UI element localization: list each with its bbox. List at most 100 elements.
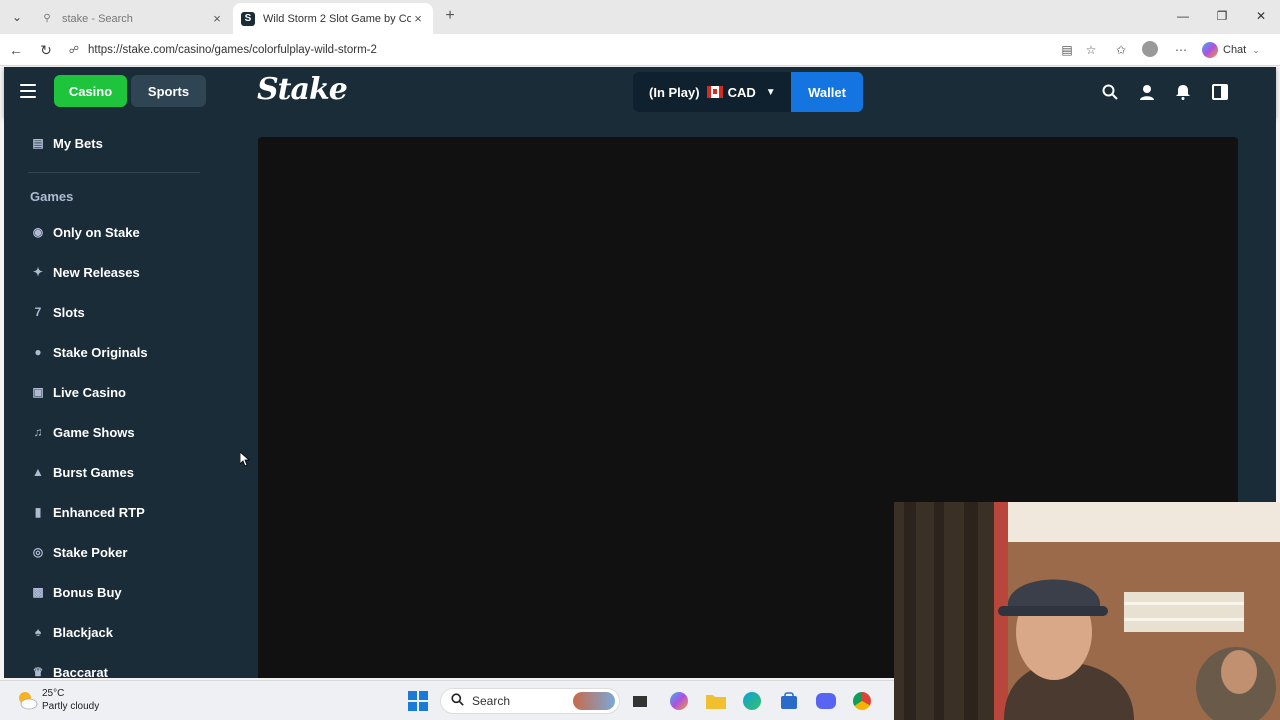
sidebar-item-label: Stake Poker	[53, 544, 128, 560]
close-window-icon[interactable]: ✕	[1246, 6, 1276, 26]
canada-flag-icon	[706, 86, 723, 98]
url-field[interactable]: ☍ https://stake.com/casino/games/colorfu…	[66, 38, 1106, 62]
reader-mode-icon[interactable]: ▤	[1058, 41, 1076, 59]
sidebar-divider	[28, 172, 200, 173]
stake-top-nav: Casino Sports Stake (In Play) CAD ▼ Wall…	[4, 67, 1276, 117]
sidebar-item-label: Enhanced RTP	[53, 504, 145, 520]
menu-icon[interactable]	[20, 84, 36, 98]
more-options-icon[interactable]: ⋯	[1172, 41, 1190, 59]
sidebar-item-my-bets[interactable]: ▤ My Bets	[30, 132, 103, 154]
notifications-icon[interactable]	[1172, 81, 1194, 103]
back-icon[interactable]: ←	[6, 40, 26, 60]
chrome-icon[interactable]	[850, 689, 874, 713]
sidebar-item-new-releases[interactable]: ✦ New Releases	[30, 261, 140, 283]
crown-icon: ♛	[32, 665, 44, 678]
sparkle-icon: ✦	[32, 265, 44, 279]
sidebar-item-label: Burst Games	[53, 464, 134, 480]
close-tab-icon[interactable]: ×	[411, 11, 425, 26]
chevron-down-icon: ▼	[765, 86, 776, 98]
search-favicon-icon: ⚲	[43, 13, 51, 24]
sidebar: ▤ My Bets Games ◉ Only on Stake ✦ New Relea…	[4, 117, 206, 678]
site-info-icon[interactable]: ☍	[66, 45, 82, 56]
sidebar-item-label: Stake Originals	[53, 344, 148, 360]
chevron-down-icon: ⌄	[1252, 44, 1260, 55]
sidebar-item-game-shows[interactable]: ♫ Game Shows	[30, 421, 135, 443]
sidebar-item-blackjack[interactable]: ♠ Blackjack	[30, 621, 113, 643]
sidebar-item-label: My Bets	[53, 135, 103, 151]
search-icon	[451, 693, 464, 709]
sidebar-item-label: Baccarat	[53, 664, 108, 679]
windows-taskbar: 25°C Partly cloudy Search	[0, 680, 894, 720]
copilot-icon	[1202, 42, 1218, 58]
address-bar-row: ← ↻ ☍ https://stake.com/casino/games/col…	[0, 34, 1280, 66]
sidebar-item-label: Slots	[53, 304, 85, 320]
taskbar-search-label: Search	[472, 694, 511, 708]
sports-button[interactable]: Sports	[131, 75, 206, 107]
user-icon[interactable]	[1136, 81, 1158, 103]
tab-stake-search[interactable]: ⚲ stake - Search ×	[32, 3, 232, 34]
close-tab-icon[interactable]: ×	[210, 11, 224, 26]
stake-logo[interactable]: Stake	[257, 72, 348, 107]
wallet-button[interactable]: Wallet	[791, 72, 863, 112]
task-view-icon[interactable]	[628, 689, 652, 713]
favorite-star-icon[interactable]: ☆	[1082, 41, 1100, 59]
taskbar-search[interactable]: Search	[440, 688, 620, 714]
sidebar-item-live-casino[interactable]: ▣ Live Casino	[30, 381, 126, 403]
sidebar-item-label: Only on Stake	[53, 224, 140, 240]
sidebar-item-label: Live Casino	[53, 384, 126, 400]
refresh-icon[interactable]: ↻	[36, 40, 56, 60]
copilot-taskbar-icon[interactable]	[667, 689, 691, 713]
burst-icon: ▲	[32, 465, 44, 479]
sidebar-item-only-on-stake[interactable]: ◉ Only on Stake	[30, 221, 140, 243]
stake-favicon-icon: S	[241, 11, 255, 26]
maximize-icon[interactable]: ❐	[1207, 6, 1237, 26]
balance-status: (In Play)	[649, 84, 700, 100]
tab-title: stake - Search	[62, 12, 133, 25]
sidebar-item-enhanced-rtp[interactable]: ▮ Enhanced RTP	[30, 501, 145, 523]
sidebar-item-stake-originals[interactable]: ● Stake Originals	[30, 341, 148, 363]
slots-icon: 7	[34, 305, 42, 319]
flame-icon: ●	[34, 345, 42, 359]
battery-icon: ▮	[34, 505, 42, 519]
windows-start-icon[interactable]	[406, 689, 430, 713]
sidebar-item-label: Bonus Buy	[53, 584, 122, 600]
temperature: 25°C	[42, 688, 65, 699]
minimize-icon[interactable]: —	[1168, 6, 1198, 26]
sidebar-item-slots[interactable]: 7 Slots	[30, 301, 85, 323]
webcam-image	[894, 502, 1280, 720]
sidebar-item-label: Blackjack	[53, 624, 113, 640]
sidebar-item-bonus-buy[interactable]: ▩ Bonus Buy	[30, 581, 122, 603]
poker-chip-icon: ◎	[32, 545, 44, 559]
url-text: https://stake.com/casino/games/colorfulp…	[88, 44, 377, 56]
browser-tab-strip: ⌄ ⚲ stake - Search × S Wild Storm 2 Slot…	[0, 0, 1280, 34]
file-explorer-icon[interactable]	[704, 689, 728, 713]
edge-browser-icon[interactable]	[740, 689, 764, 713]
discord-icon[interactable]	[814, 689, 838, 713]
sidebar-item-baccarat[interactable]: ♛ Baccarat	[30, 661, 108, 679]
casino-button[interactable]: Casino	[54, 75, 127, 107]
tab-actions-menu-icon[interactable]: ⌄	[6, 6, 28, 28]
cards-icon: ♠	[34, 625, 42, 639]
balance-selector[interactable]: (In Play) CAD ▼	[633, 72, 791, 112]
weather-description: Partly cloudy	[42, 701, 100, 712]
sidebar-item-label: New Releases	[53, 264, 140, 280]
receipt-icon: ▤	[32, 136, 44, 150]
weather-widget[interactable]: 25°C Partly cloudy	[16, 687, 99, 713]
new-tab-icon[interactable]: +	[440, 6, 460, 26]
sidebar-item-burst-games[interactable]: ▲ Burst Games	[30, 461, 134, 483]
microsoft-store-icon[interactable]	[777, 689, 801, 713]
favorites-icon[interactable]: ✩	[1112, 41, 1130, 59]
chat-sidebar-icon[interactable]	[1209, 81, 1231, 103]
sidebar-item-stake-poker[interactable]: ◎ Stake Poker	[30, 541, 128, 563]
microphone-icon: ♫	[33, 425, 43, 439]
tab-title: Wild Storm 2 Slot Game by Colorf	[263, 12, 411, 25]
partly-cloudy-icon	[19, 692, 38, 710]
profile-icon[interactable]	[1142, 41, 1160, 59]
chat-label: Chat	[1223, 44, 1247, 56]
tab-wild-storm[interactable]: S Wild Storm 2 Slot Game by Colorf ×	[233, 3, 433, 34]
search-icon[interactable]	[1099, 81, 1121, 103]
search-highlight-icon	[573, 692, 615, 710]
mouse-cursor-icon	[240, 452, 250, 467]
copilot-chat-button[interactable]: Chat ⌄	[1202, 40, 1260, 60]
stake-badge-icon: ◉	[32, 225, 44, 239]
